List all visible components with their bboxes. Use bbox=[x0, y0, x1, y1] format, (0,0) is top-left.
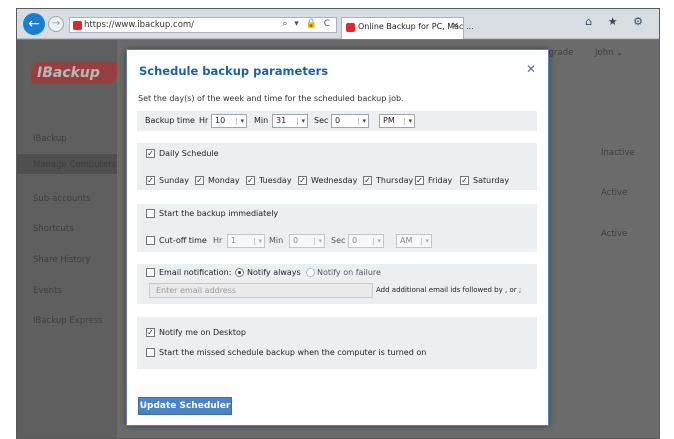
min-label: Min bbox=[254, 116, 269, 125]
day-checkbox-monday[interactable]: ✓ bbox=[195, 176, 204, 185]
notify-always-label: Notify always bbox=[247, 268, 301, 277]
notify-desktop-checkbox[interactable]: ✓ bbox=[146, 328, 155, 337]
day-label-wednesday: Wednesday bbox=[311, 176, 358, 185]
sidebar-item-sub-accounts[interactable]: Sub-accounts bbox=[33, 194, 91, 204]
cutoff-sec-label: Sec bbox=[331, 236, 346, 245]
day-checkbox-friday[interactable]: ✓ bbox=[415, 176, 424, 185]
back-button[interactable]: ← bbox=[23, 13, 45, 35]
status-active: Active bbox=[601, 188, 628, 198]
browser-tab[interactable]: Online Backup for PC, Mac ... × bbox=[341, 17, 474, 39]
daily-schedule-label: Daily Schedule bbox=[159, 149, 219, 158]
sidebar-item-ibackup[interactable]: IBackup bbox=[33, 134, 67, 144]
cutoff-minute-select[interactable]: 0 ▾ bbox=[289, 234, 325, 248]
update-scheduler-button[interactable]: Update Scheduler bbox=[138, 397, 232, 415]
notify-always-radio[interactable] bbox=[235, 268, 244, 277]
daily-schedule-checkbox[interactable]: ✓ bbox=[146, 149, 155, 158]
email-hint: Add additional email ids followed by , o… bbox=[376, 286, 522, 294]
missed-backup-label: Start the missed schedule backup when th… bbox=[159, 348, 427, 357]
cutoff-hr-label: Hr bbox=[213, 236, 223, 245]
sidebar-item-shortcuts[interactable]: Shortcuts bbox=[33, 224, 74, 234]
sidebar-item-ibackup-express[interactable]: IBackup Express bbox=[33, 316, 103, 326]
dialog-description: Set the day(s) of the week and time for … bbox=[138, 94, 404, 103]
backup-time-section: Backup time Hr 10 ▾ Min 31 ▾ Sec 0 ▾ PM ▾ bbox=[137, 111, 537, 131]
address-url[interactable]: https://www.ibackup.com/ bbox=[84, 20, 194, 30]
notify-on-failure-label: Notify on failure bbox=[317, 268, 381, 277]
backup-hour-select[interactable]: 10 ▾ bbox=[211, 114, 247, 128]
day-label-tuesday: Tuesday bbox=[259, 176, 292, 185]
cutoff-checkbox[interactable] bbox=[146, 236, 155, 245]
forward-button[interactable]: → bbox=[48, 16, 64, 32]
backup-second-select[interactable]: 0 ▾ bbox=[331, 114, 369, 128]
day-checkbox-thursday[interactable]: ✓ bbox=[363, 176, 372, 185]
home-favorites-settings-icons[interactable]: ⌂ ★ ⚙ bbox=[585, 15, 649, 28]
day-label-thursday: Thursday bbox=[376, 176, 414, 185]
backup-minute-select[interactable]: 31 ▾ bbox=[272, 114, 308, 128]
address-bar[interactable]: https://www.ibackup.com/ ⌕ ▾ 🔒 C bbox=[69, 17, 337, 33]
start-immediately-checkbox[interactable] bbox=[146, 209, 155, 218]
sidebar-item-share-history[interactable]: Share History bbox=[33, 255, 90, 265]
day-checkbox-tuesday[interactable]: ✓ bbox=[246, 176, 255, 185]
notify-on-failure-radio[interactable] bbox=[306, 268, 315, 277]
sidebar: IBackup IBackup Manage Computers Sub-acc… bbox=[17, 40, 117, 438]
dialog-title: Schedule backup parameters bbox=[139, 64, 329, 78]
day-checkbox-sunday[interactable]: ✓ bbox=[146, 176, 155, 185]
close-icon[interactable]: ✕ bbox=[526, 62, 536, 76]
start-options-section: Start the backup immediately Cut-off tim… bbox=[137, 204, 537, 252]
status-active: Active bbox=[601, 229, 628, 239]
day-checkbox-saturday[interactable]: ✓ bbox=[460, 176, 469, 185]
daily-schedule-section: ✓ Daily Schedule ✓ Sunday ✓ Monday ✓ Tue… bbox=[137, 143, 537, 190]
day-label-sunday: Sunday bbox=[159, 176, 189, 185]
sec-label: Sec bbox=[314, 116, 329, 125]
sidebar-item-events[interactable]: Events bbox=[33, 286, 62, 296]
ibackup-logo: IBackup bbox=[31, 62, 117, 84]
status-inactive: Inactive bbox=[601, 148, 635, 158]
start-immediately-label: Start the backup immediately bbox=[159, 209, 279, 218]
site-favicon-icon bbox=[73, 21, 82, 30]
cutoff-second-select[interactable]: 0 ▾ bbox=[348, 234, 384, 248]
email-notification-section: Email notification: Notify always Notify… bbox=[137, 264, 537, 304]
day-label-monday: Monday bbox=[208, 176, 240, 185]
cutoff-ampm-select[interactable]: AM ▾ bbox=[396, 234, 432, 248]
backup-ampm-select[interactable]: PM ▾ bbox=[379, 114, 415, 128]
day-label-friday: Friday bbox=[428, 176, 453, 185]
address-tools-icons[interactable]: ⌕ ▾ 🔒 C bbox=[282, 19, 332, 29]
tab-favicon-icon bbox=[346, 23, 355, 32]
cutoff-hour-select[interactable]: 1 ▾ bbox=[227, 234, 265, 248]
notify-desktop-label: Notify me on Desktop bbox=[159, 328, 246, 337]
missed-backup-checkbox[interactable] bbox=[146, 348, 155, 357]
day-label-saturday: Saturday bbox=[473, 176, 510, 185]
browser-toolbar: ← → https://www.ibackup.com/ ⌕ ▾ 🔒 C Onl… bbox=[17, 9, 659, 39]
email-notification-label: Email notification: bbox=[159, 268, 232, 277]
cutoff-label: Cut-off time bbox=[159, 236, 207, 245]
day-checkbox-wednesday[interactable]: ✓ bbox=[298, 176, 307, 185]
schedule-dialog: Schedule backup parameters ✕ Set the day… bbox=[126, 49, 549, 426]
email-notification-checkbox[interactable] bbox=[146, 268, 155, 277]
cutoff-min-label: Min bbox=[269, 236, 284, 245]
desktop-notify-section: ✓ Notify me on Desktop Start the missed … bbox=[137, 317, 537, 369]
user-menu[interactable]: John ⌄ bbox=[595, 48, 623, 58]
hr-label: Hr bbox=[199, 116, 209, 125]
email-address-input[interactable]: Enter email address bbox=[149, 283, 373, 298]
tab-close-icon[interactable]: × bbox=[451, 21, 459, 31]
backup-time-label: Backup time bbox=[145, 116, 195, 125]
sidebar-item-manage-computers[interactable]: Manage Computers bbox=[33, 160, 116, 170]
